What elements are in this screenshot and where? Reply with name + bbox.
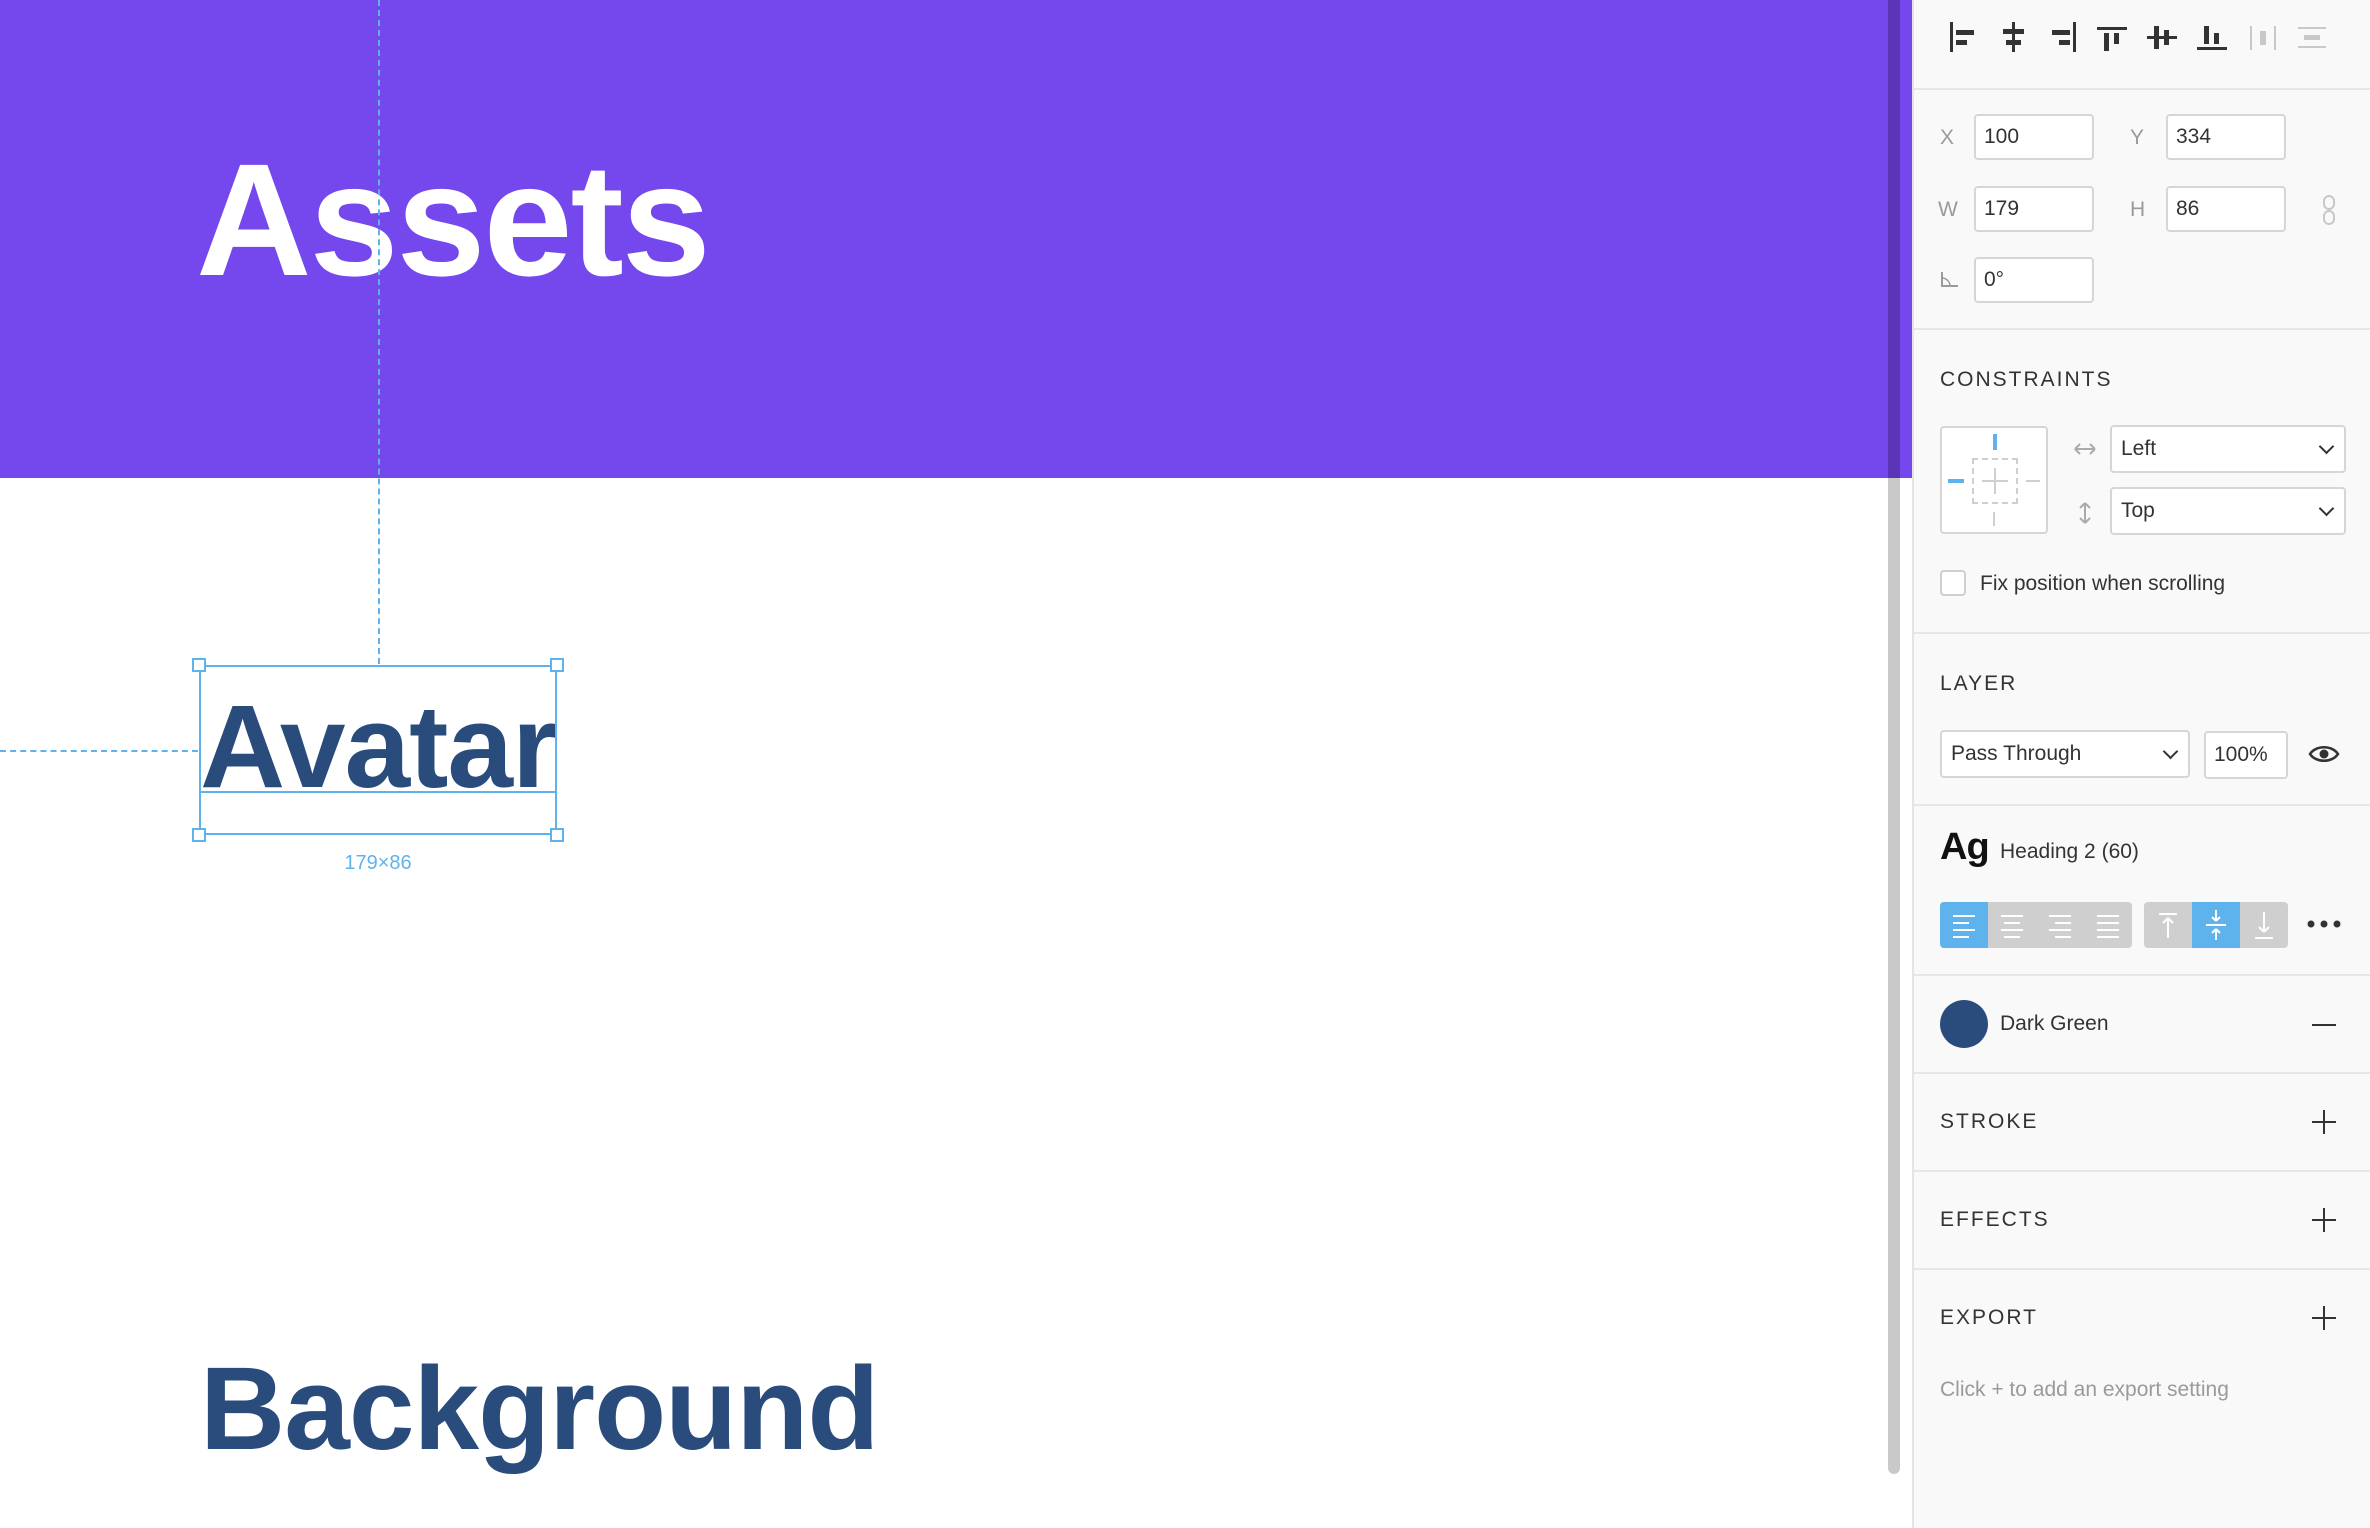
text-align-right-button[interactable] [2036,902,2084,948]
text-align-center-icon [2001,915,2023,938]
chevron-down-icon [2318,500,2335,517]
fill-style-name[interactable]: Dark Green [2000,1012,2109,1036]
resize-handle-top-right[interactable] [550,658,564,672]
text-align-justify-icon [2097,915,2119,938]
align-top-icon[interactable] [2094,16,2130,60]
selection-box[interactable] [199,665,557,835]
resize-handle-top-left[interactable] [192,658,206,672]
background-heading[interactable]: Background [200,1350,879,1468]
align-horizontal-center-icon[interactable] [1996,16,2032,60]
align-bottom-icon[interactable] [2194,16,2230,60]
stroke-section: STROKE [1914,1074,2370,1172]
text-style-preview[interactable]: Ag [1940,826,1990,869]
chevron-down-icon [2162,743,2179,760]
text-align-left-icon [1953,915,1975,938]
constraint-bottom-pin[interactable] [1993,512,1995,526]
constraints-crosshair-h [1982,480,2008,482]
horizontal-constraint-icon [2074,443,2096,455]
constraint-left-pin[interactable] [1948,479,1964,483]
effects-section: EFFECTS [1914,1172,2370,1270]
x-label: X [1940,126,1955,149]
fix-position-checkbox[interactable] [1940,570,1966,596]
height-input[interactable]: 86 [2166,186,2286,232]
constraints-section: CONSTRAINTS Left Top Fix position when s… [1914,330,2370,634]
text-align-justify-button[interactable] [2084,902,2132,948]
text-baseline-indicator [199,791,557,793]
text-section: Ag Heading 2 (60) [1914,806,2370,976]
vertical-constraint-value: Top [2121,499,2155,522]
effects-title: EFFECTS [1940,1208,2050,1231]
fill-color-swatch[interactable] [1940,1000,1988,1048]
selection-size-label: 179×86 [344,852,412,874]
chevron-down-icon [2318,438,2335,455]
add-stroke-icon[interactable] [2312,1110,2336,1134]
text-align-right-icon [2049,915,2071,938]
fix-position-label: Fix position when scrolling [1980,572,2226,595]
visibility-eye-icon[interactable] [2308,742,2340,766]
assets-heading[interactable]: Assets [196,140,711,300]
add-effect-icon[interactable] [2312,1208,2336,1232]
alignment-toolbar [1914,0,2370,90]
text-align-center-button[interactable] [1988,902,2036,948]
vertical-align-middle-button[interactable] [2192,902,2240,948]
y-input[interactable]: 334 [2166,114,2286,160]
fill-section: Dark Green [1914,976,2370,1074]
export-title: EXPORT [1940,1306,2038,1329]
vertical-align-bottom-icon [2255,912,2273,939]
constraints-widget[interactable] [1940,426,2048,534]
h-label: H [2130,198,2146,221]
export-hint: Click + to add an export setting [1940,1378,2229,1401]
resize-handle-bottom-left[interactable] [192,828,206,842]
layer-section: LAYER Pass Through 100% [1914,634,2370,806]
horizontal-text-align-group [1940,902,2132,948]
opacity-input[interactable]: 100% [2204,731,2288,779]
properties-panel: X 100 Y 334 W 179 H 86 0° CONSTRAINTS Le… [1912,0,2370,1528]
vertical-constraint-icon [2079,502,2091,524]
text-style-name[interactable]: Heading 2 (60) [2000,840,2139,864]
remove-fill-icon[interactable] [2312,1024,2336,1026]
x-input[interactable]: 100 [1974,114,2094,160]
constraint-right-pin[interactable] [2026,480,2040,482]
vertical-smart-guide [378,0,380,664]
vertical-constraint-select[interactable]: Top [2110,487,2346,535]
distribute-horizontal-icon[interactable] [2246,16,2282,60]
resize-handle-bottom-right[interactable] [550,828,564,842]
position-size-section: X 100 Y 334 W 179 H 86 0° [1914,90,2370,330]
vertical-align-middle-icon [2206,910,2226,940]
rotation-input[interactable]: 0° [1974,257,2094,303]
vertical-align-bottom-button[interactable] [2240,902,2288,948]
export-section: EXPORT Click + to add an export setting [1914,1270,2370,1528]
width-input[interactable]: 179 [1974,186,2094,232]
stroke-title: STROKE [1940,1110,2039,1133]
design-canvas[interactable]: Assets Avatar 179×86 Background [0,0,1912,1528]
vertical-align-top-icon [2159,913,2177,938]
align-vertical-center-icon[interactable] [2144,16,2180,60]
vertical-align-top-button[interactable] [2144,902,2192,948]
text-align-left-button[interactable] [1940,902,1988,948]
align-right-icon[interactable] [2044,16,2080,60]
distribute-vertical-icon[interactable] [2294,16,2330,60]
horizontal-constraint-value: Left [2121,437,2157,460]
constraint-top-pin[interactable] [1993,434,1997,450]
vertical-text-align-group [2144,902,2288,948]
horizontal-smart-guide [0,750,198,752]
blend-mode-select[interactable]: Pass Through [1940,730,2190,778]
constrain-proportions-link-icon[interactable] [2318,194,2340,226]
blend-mode-value: Pass Through [1951,742,2082,765]
more-options-icon[interactable] [2306,918,2342,930]
add-export-icon[interactable] [2312,1306,2336,1330]
horizontal-constraint-select[interactable]: Left [2110,425,2346,473]
constraints-title: CONSTRAINTS [1940,368,2113,391]
canvas-scrollbar-thumb[interactable] [1888,0,1900,478]
w-label: W [1938,198,1958,221]
rotation-angle-icon [1941,272,1958,287]
align-left-icon[interactable] [1946,16,1982,60]
layer-title: LAYER [1940,672,2018,695]
y-label: Y [2130,126,2145,149]
